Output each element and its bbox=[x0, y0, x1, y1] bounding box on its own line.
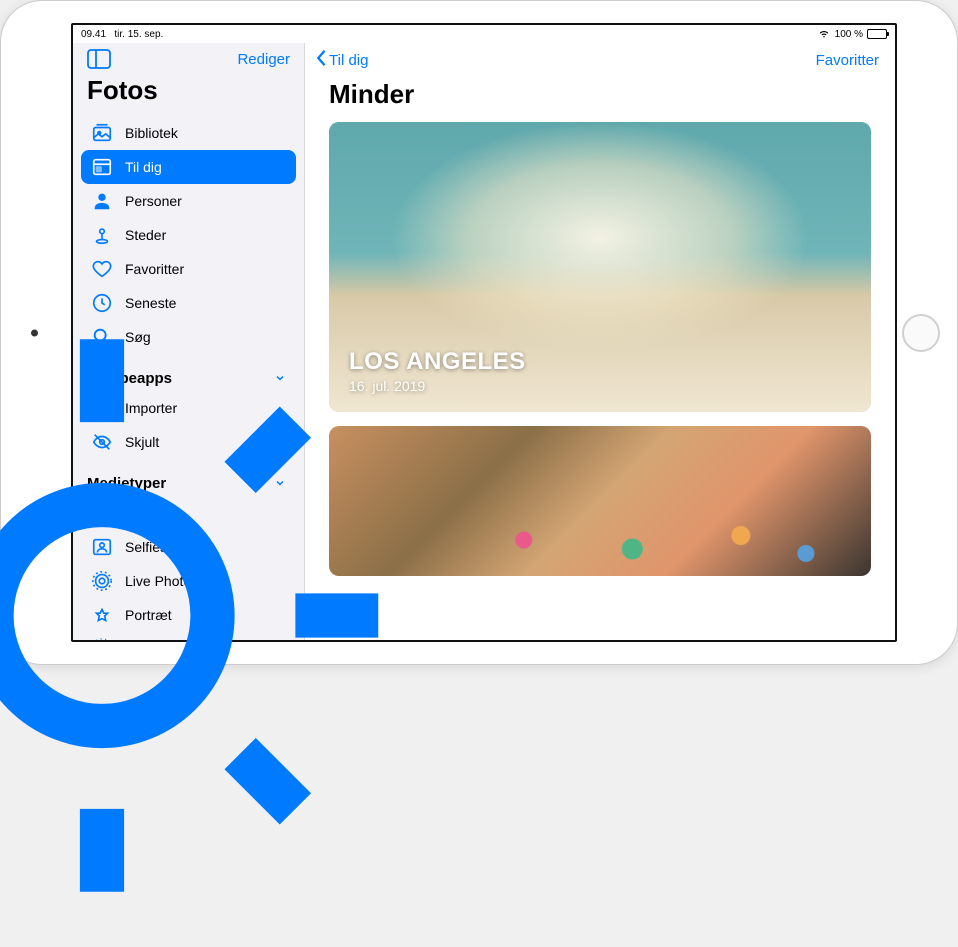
edit-button[interactable]: Rediger bbox=[237, 51, 290, 68]
page-title: Minder bbox=[305, 73, 895, 122]
memory-card-overlay: LOS ANGELES 16. jul. 2019 bbox=[349, 348, 526, 394]
status-bar: 09.41 tir. 15. sep. 100 % bbox=[73, 25, 895, 43]
content-area: Rediger Fotos Bibliotek Til dig Personer bbox=[73, 43, 895, 640]
library-icon bbox=[91, 122, 113, 144]
sidebar-item-favorites[interactable]: Favoritter bbox=[81, 252, 296, 286]
battery-text: 100 % bbox=[835, 29, 863, 40]
portrait-icon bbox=[91, 604, 113, 626]
sidebar: Rediger Fotos Bibliotek Til dig Personer bbox=[73, 43, 305, 640]
people-icon bbox=[91, 190, 113, 212]
memory-card[interactable]: LOS ANGELES 16. jul. 2019 bbox=[329, 122, 871, 412]
status-date: tir. 15. sep. bbox=[114, 29, 163, 40]
main-toolbar: Til dig Favoritter bbox=[305, 43, 895, 73]
main-content: Til dig Favoritter Minder LOS ANGELES 16… bbox=[305, 43, 895, 640]
screen: 09.41 tir. 15. sep. 100 % Rediger bbox=[71, 23, 897, 642]
sidebar-toolbar: Rediger bbox=[73, 43, 304, 71]
sidebar-item-places[interactable]: Steder bbox=[81, 218, 296, 252]
sidebar-item-portrait[interactable]: Portræt bbox=[81, 598, 296, 632]
sidebar-toggle-icon[interactable] bbox=[87, 49, 111, 69]
sidebar-title: Fotos bbox=[73, 71, 304, 116]
sidebar-item-label: Favoritter bbox=[125, 261, 184, 277]
sidebar-item-label: Bibliotek bbox=[125, 125, 178, 141]
wifi-icon bbox=[817, 27, 831, 42]
sidebar-item-library[interactable]: Bibliotek bbox=[81, 116, 296, 150]
sidebar-mediatypes-list: Videoer Selfies Live Photos Portræt bbox=[73, 496, 304, 640]
chevron-left-icon bbox=[315, 49, 327, 71]
sidebar-item-label: Steder bbox=[125, 227, 166, 243]
sidebar-item-label: Personer bbox=[125, 193, 182, 209]
sidebar-item-for-you[interactable]: Til dig bbox=[81, 150, 296, 184]
memory-card[interactable] bbox=[329, 426, 871, 576]
for-you-icon bbox=[91, 156, 113, 178]
memory-card-title: LOS ANGELES bbox=[349, 348, 526, 376]
sidebar-item-label: Til dig bbox=[125, 159, 162, 175]
home-button[interactable] bbox=[902, 314, 940, 352]
memory-card-subtitle: 16. jul. 2019 bbox=[349, 378, 526, 394]
status-time: 09.41 bbox=[81, 29, 106, 40]
heart-icon bbox=[91, 258, 113, 280]
places-icon bbox=[91, 224, 113, 246]
sidebar-item-people[interactable]: Personer bbox=[81, 184, 296, 218]
ipad-frame: 09.41 tir. 15. sep. 100 % Rediger bbox=[0, 0, 958, 665]
memory-card-image bbox=[437, 486, 871, 576]
favorites-button[interactable]: Favoritter bbox=[816, 52, 879, 69]
status-left: 09.41 tir. 15. sep. bbox=[81, 29, 163, 40]
memories-list[interactable]: LOS ANGELES 16. jul. 2019 bbox=[305, 122, 895, 640]
status-right: 100 % bbox=[817, 27, 887, 42]
back-label: Til dig bbox=[329, 52, 368, 69]
battery-icon bbox=[867, 29, 887, 39]
back-button[interactable]: Til dig bbox=[315, 49, 368, 71]
